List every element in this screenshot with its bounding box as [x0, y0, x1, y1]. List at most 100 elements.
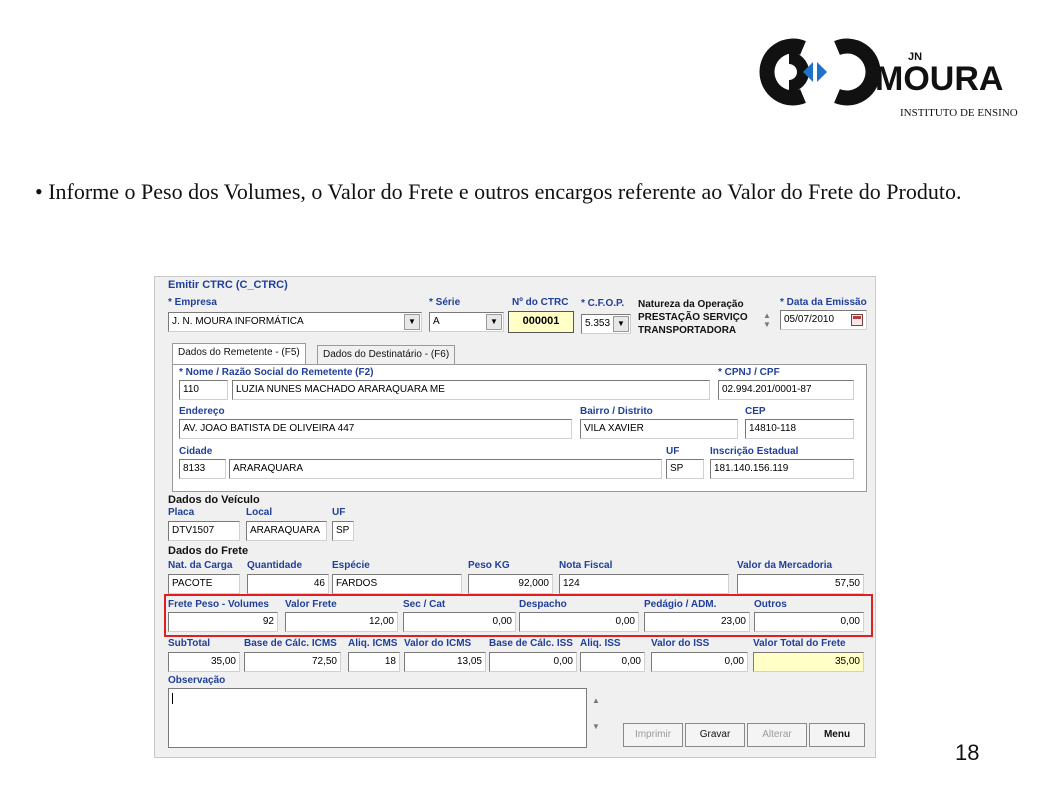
valor-icms-field[interactable]: 13,05 [404, 652, 486, 672]
bullet-glyph: • [35, 179, 43, 204]
endereco-field[interactable]: AV. JOAO BATISTA DE OLIVEIRA 447 [179, 419, 572, 439]
valor-mercadoria-label: Valor da Mercadoria [737, 560, 833, 571]
sec-cat-field[interactable]: 0,00 [403, 612, 516, 632]
empresa-value: J. N. MOURA INFORMÁTICA [172, 316, 304, 327]
despacho-label: Despacho [519, 599, 567, 610]
ie-label: Inscrição Estadual [710, 446, 799, 457]
valor-frete-field[interactable]: 12,00 [285, 612, 398, 632]
veiculo-uf-label: UF [332, 507, 346, 518]
page-number: 18 [955, 740, 980, 765]
cidade-field[interactable]: ARARAQUARA [229, 459, 662, 479]
gravar-button[interactable]: Gravar [685, 723, 745, 747]
imprimir-button[interactable]: Imprimir [623, 723, 683, 747]
valor-total-field[interactable]: 35,00 [753, 652, 864, 672]
slide-bullet-text: • Informe o Peso dos Volumes, o Valor do… [35, 166, 993, 218]
data-emissao-field[interactable]: 05/07/2010 [780, 310, 867, 330]
despacho-field[interactable]: 0,00 [519, 612, 639, 632]
observacao-textarea[interactable] [168, 688, 587, 748]
valor-mercadoria-field[interactable]: 57,50 [737, 574, 864, 594]
veiculo-uf-field[interactable]: SP [332, 521, 354, 541]
nat-carga-label: Nat. da Carga [168, 560, 233, 571]
observacao-label: Observação [168, 675, 226, 686]
frete-peso-label: Frete Peso - Volumes [168, 599, 269, 610]
ie-field[interactable]: 181.140.156.119 [710, 459, 854, 479]
remetente-codigo-field[interactable]: 110 [179, 380, 228, 400]
serie-select[interactable]: A ▼ [429, 312, 504, 332]
ctrc-number-field[interactable]: 000001 [508, 311, 574, 333]
data-emissao-value: 05/07/2010 [784, 314, 835, 325]
remetente-nome-field[interactable]: LUZIA NUNES MACHADO ARARAQUARA ME [232, 380, 710, 400]
ctrc-label: Nº do CTRC [512, 297, 569, 308]
emitir-ctrc-window: Emitir CTRC (C_CTRC) * Empresa J. N. MOU… [154, 276, 876, 758]
nota-fiscal-label: Nota Fiscal [559, 560, 613, 571]
chevron-down-icon[interactable]: ▼ [613, 316, 629, 332]
placa-label: Placa [168, 507, 195, 518]
frete-peso-field[interactable]: 92 [168, 612, 278, 632]
pedagio-label: Pedágio / ADM. [644, 599, 717, 610]
empresa-label: * Empresa [168, 297, 217, 308]
subtotal-label: SubTotal [168, 638, 211, 649]
nota-fiscal-field[interactable]: 124 [559, 574, 729, 594]
valor-iss-field[interactable]: 0,00 [651, 652, 748, 672]
aliq-icms-field[interactable]: 18 [348, 652, 400, 672]
peso-kg-label: Peso KG [468, 560, 510, 571]
cnpj-field[interactable]: 02.994.201/0001-87 [718, 380, 854, 400]
base-icms-label: Base de Cálc. ICMS [244, 638, 337, 649]
peso-kg-field[interactable]: 92,000 [468, 574, 553, 594]
cfop-select[interactable]: 5.353 ▼ [581, 314, 631, 334]
especie-field[interactable]: FARDOS [332, 574, 462, 594]
quantidade-field[interactable]: 46 [247, 574, 329, 594]
serie-value: A [433, 316, 440, 327]
bairro-field[interactable]: VILA XAVIER [580, 419, 738, 439]
valor-icms-label: Valor do ICMS [404, 638, 472, 649]
pedagio-field[interactable]: 23,00 [644, 612, 750, 632]
cfop-value: 5.353 [585, 318, 611, 329]
serie-label: * Série [429, 297, 461, 308]
base-iss-label: Base de Cálc. ISS [489, 638, 573, 649]
empresa-select[interactable]: J. N. MOURA INFORMÁTICA ▼ [168, 312, 422, 332]
natureza-line2: TRANSPORTADORA [638, 325, 737, 336]
placa-field[interactable]: DTV1507 [168, 521, 240, 541]
observacao-scrollbar[interactable]: ▲ ▼ [589, 688, 603, 748]
logo-subtitle: INSTITUTO DE ENSINO [900, 107, 1018, 119]
chevron-down-icon[interactable]: ▼ [486, 314, 502, 330]
menu-button[interactable]: Menu [809, 723, 865, 747]
cfop-label: * C.F.O.P. [581, 298, 625, 309]
remetente-panel: * Nome / Razão Social do Remetente (F2) … [172, 364, 867, 492]
valor-iss-label: Valor do ISS [651, 638, 710, 649]
cep-label: CEP [745, 406, 766, 417]
veiculo-section-title: Dados do Veículo [168, 494, 260, 506]
alterar-button[interactable]: Alterar [747, 723, 807, 747]
bairro-label: Bairro / Distrito [580, 406, 653, 417]
tab-dados-remetente[interactable]: Dados do Remetente - (F5) [172, 343, 306, 365]
data-emissao-label: * Data da Emissão [780, 297, 867, 308]
valor-frete-label: Valor Frete [285, 599, 337, 610]
cidade-codigo-field[interactable]: 8133 [179, 459, 226, 479]
calendar-icon[interactable] [851, 314, 863, 326]
especie-label: Espécie [332, 560, 370, 571]
text-cursor [172, 693, 173, 704]
cep-field[interactable]: 14810-118 [745, 419, 854, 439]
window-title: Emitir CTRC (C_CTRC) [168, 279, 288, 291]
local-field[interactable]: ARARAQUARA [246, 521, 327, 541]
base-icms-field[interactable]: 72,50 [244, 652, 341, 672]
natureza-scroll[interactable]: ▲ ▼ [760, 311, 774, 339]
aliq-iss-field[interactable]: 0,00 [580, 652, 645, 672]
nome-label: * Nome / Razão Social do Remetente (F2) [179, 367, 374, 378]
local-label: Local [246, 507, 273, 518]
subtotal-field[interactable]: 35,00 [168, 652, 240, 672]
base-iss-field[interactable]: 0,00 [489, 652, 577, 672]
moura-logo: JN MOURA INSTITUTO DE ENSINO [737, 22, 1029, 122]
nat-carga-field[interactable]: PACOTE [168, 574, 240, 594]
tab-dados-destinatario[interactable]: Dados do Destinatário - (F6) [317, 345, 456, 365]
cidade-label: Cidade [179, 446, 213, 457]
logo-brand: MOURA [875, 60, 1003, 98]
chevron-down-icon[interactable]: ▼ [404, 314, 420, 330]
cnpj-label: * CPNJ / CPF [718, 367, 780, 378]
outros-field[interactable]: 0,00 [754, 612, 864, 632]
endereco-label: Endereço [179, 406, 225, 417]
outros-label: Outros [754, 599, 787, 610]
natureza-line1: PRESTAÇÃO SERVIÇO [638, 312, 748, 323]
frete-section-title: Dados do Frete [168, 545, 249, 557]
uf-field[interactable]: SP [666, 459, 704, 479]
